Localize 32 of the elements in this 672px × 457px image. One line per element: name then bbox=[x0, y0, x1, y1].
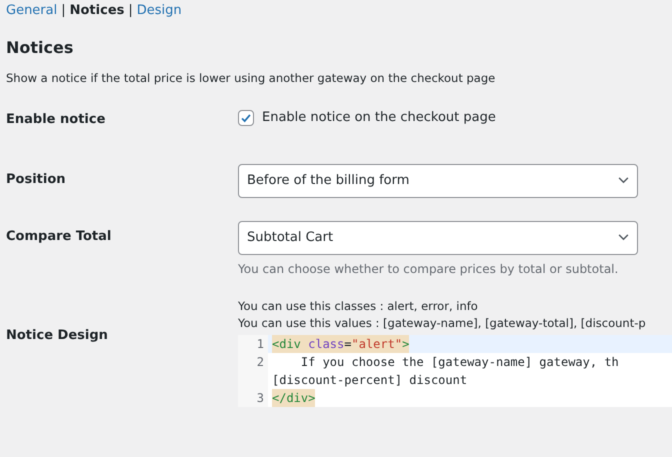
tab-link[interactable]: General bbox=[6, 1, 58, 21]
code-token: [discount-percent] discount bbox=[272, 372, 468, 388]
code-token: If you choose the [gateway-name] gateway, th bbox=[300, 354, 619, 370]
tab-separator: | bbox=[128, 2, 133, 20]
field-label: Notice Design bbox=[6, 326, 109, 344]
line-number: 2 bbox=[238, 352, 268, 388]
checkbox[interactable] bbox=[238, 110, 254, 126]
section-heading: Notices bbox=[6, 37, 74, 59]
code-token: <div bbox=[272, 334, 301, 352]
code-token: </div> bbox=[272, 388, 316, 406]
help-text: You can choose whether to compare prices by total or subtotal. bbox=[238, 260, 620, 278]
dropdown[interactable]: Subtotal Cart bbox=[238, 220, 638, 254]
checkbox-label: Enable notice on the checkout page bbox=[262, 109, 496, 127]
instruction-text: You can use this values : [gateway-name], [gateway-total], [discount-p bbox=[238, 314, 647, 332]
section-description: Show a notice if the total price is lower using another gateway on the checkout page bbox=[6, 70, 496, 87]
field-label: Position bbox=[6, 170, 67, 188]
line-number: 3 bbox=[238, 388, 268, 406]
instruction-text: You can use this classes : alert, error, info bbox=[238, 298, 479, 314]
chevron-down-icon bbox=[618, 177, 629, 184]
field-label: Compare Total bbox=[6, 228, 112, 246]
code-token: class bbox=[300, 334, 344, 352]
field-label: Enable notice bbox=[6, 111, 106, 129]
code-editor[interactable]: 1 <div class="alert"> 2 If you choose the [gateway-name] gateway, th [discount-percent] discount 3 </div> bbox=[238, 334, 672, 406]
chevron-down-icon bbox=[618, 234, 629, 241]
code-token: "alert" bbox=[352, 334, 402, 352]
line-number: 1 bbox=[238, 334, 268, 352]
tab-separator: | bbox=[61, 2, 66, 20]
code-token: > bbox=[402, 334, 410, 352]
dropdown[interactable]: Before of the billing form bbox=[238, 164, 638, 198]
code-token: = bbox=[344, 334, 352, 352]
tab-link[interactable]: Design bbox=[136, 1, 182, 21]
tab-link[interactable]: Notices bbox=[70, 1, 124, 21]
